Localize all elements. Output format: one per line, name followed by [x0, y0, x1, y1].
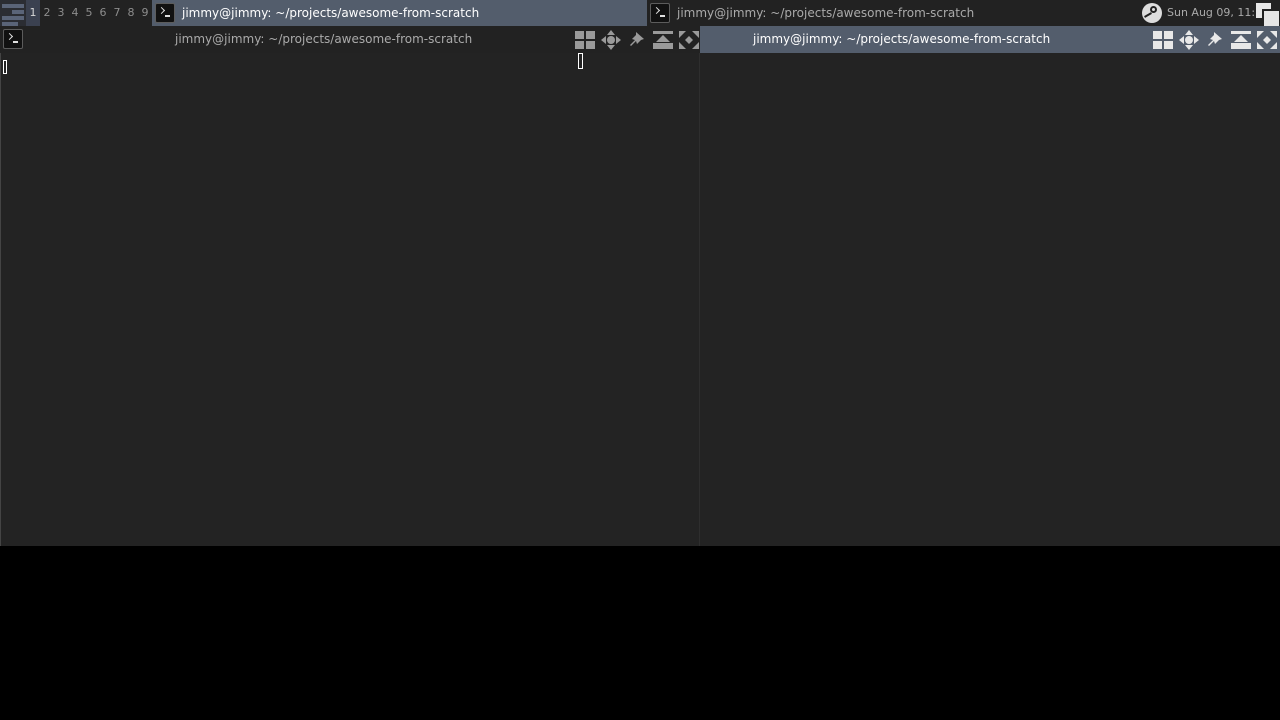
terminal-window-right[interactable]: jimmy@jimmy: ~/projects/awesome-from-scr… [700, 26, 1280, 546]
terminal-cursor [3, 60, 7, 74]
steam-icon[interactable] [1142, 3, 1162, 23]
terminal-body[interactable] [700, 53, 1280, 546]
terminal-body[interactable] [0, 53, 700, 546]
tasklist-item[interactable]: jimmy@jimmy: ~/projects/awesome-from-scr… [647, 0, 1137, 26]
terminal-icon [3, 29, 23, 49]
move-arrows-icon [601, 30, 621, 50]
floating-button[interactable] [1150, 29, 1176, 51]
tag-8[interactable]: 8 [124, 0, 138, 26]
titlebar-buttons [572, 29, 702, 51]
floating-button[interactable] [572, 29, 598, 51]
max-layout-icon[interactable] [1254, 1, 1279, 26]
tasklist-item-focused[interactable]: jimmy@jimmy: ~/projects/awesome-from-scr… [152, 0, 647, 26]
titlebar[interactable]: jimmy@jimmy: ~/projects/awesome-from-scr… [0, 26, 700, 53]
window-title: jimmy@jimmy: ~/projects/awesome-from-scr… [753, 32, 1051, 46]
tag-1[interactable]: 1 [26, 0, 40, 26]
tag-7[interactable]: 7 [110, 0, 124, 26]
tag-5[interactable]: 5 [82, 0, 96, 26]
tasklist-item-title: jimmy@jimmy: ~/projects/awesome-from-scr… [182, 6, 480, 20]
desktop-background [0, 546, 1280, 720]
titlebar[interactable]: jimmy@jimmy: ~/projects/awesome-from-scr… [700, 26, 1280, 53]
sticky-button[interactable] [624, 29, 650, 51]
pin-icon [630, 32, 644, 46]
ontop-button[interactable] [650, 29, 676, 51]
ontop-icon [1231, 31, 1251, 49]
maximize-icon [1257, 31, 1277, 49]
tag-3[interactable]: 3 [54, 0, 68, 26]
terminal-window-left[interactable]: jimmy@jimmy: ~/projects/awesome-from-scr… [0, 26, 700, 546]
maximize-button[interactable] [676, 29, 702, 51]
terminal-icon [155, 3, 175, 23]
tag-4[interactable]: 4 [68, 0, 82, 26]
terminal-cursor [578, 53, 583, 69]
titlebar-buttons [1150, 29, 1280, 51]
ontop-icon [653, 31, 673, 49]
terminal-icon [650, 3, 670, 23]
awesome-launcher-icon[interactable] [0, 0, 26, 26]
tag-9[interactable]: 9 [138, 0, 152, 26]
move-button[interactable] [1176, 29, 1202, 51]
window-title: jimmy@jimmy: ~/projects/awesome-from-scr… [175, 32, 473, 46]
move-arrows-icon [1179, 30, 1199, 50]
tag-6[interactable]: 6 [96, 0, 110, 26]
sticky-button[interactable] [1202, 29, 1228, 51]
move-button[interactable] [598, 29, 624, 51]
pin-icon [1208, 32, 1222, 46]
top-wibar: 1 2 3 4 5 6 7 8 9 jimmy@jimmy: ~/project… [0, 0, 1280, 26]
ontop-button[interactable] [1228, 29, 1254, 51]
tag-2[interactable]: 2 [40, 0, 54, 26]
grid-icon [1153, 31, 1173, 49]
maximize-button[interactable] [1254, 29, 1280, 51]
maximize-icon [679, 31, 699, 49]
taglist: 1 2 3 4 5 6 7 8 9 [26, 0, 152, 26]
grid-icon [575, 31, 595, 49]
tasklist-item-title: jimmy@jimmy: ~/projects/awesome-from-scr… [677, 6, 975, 20]
